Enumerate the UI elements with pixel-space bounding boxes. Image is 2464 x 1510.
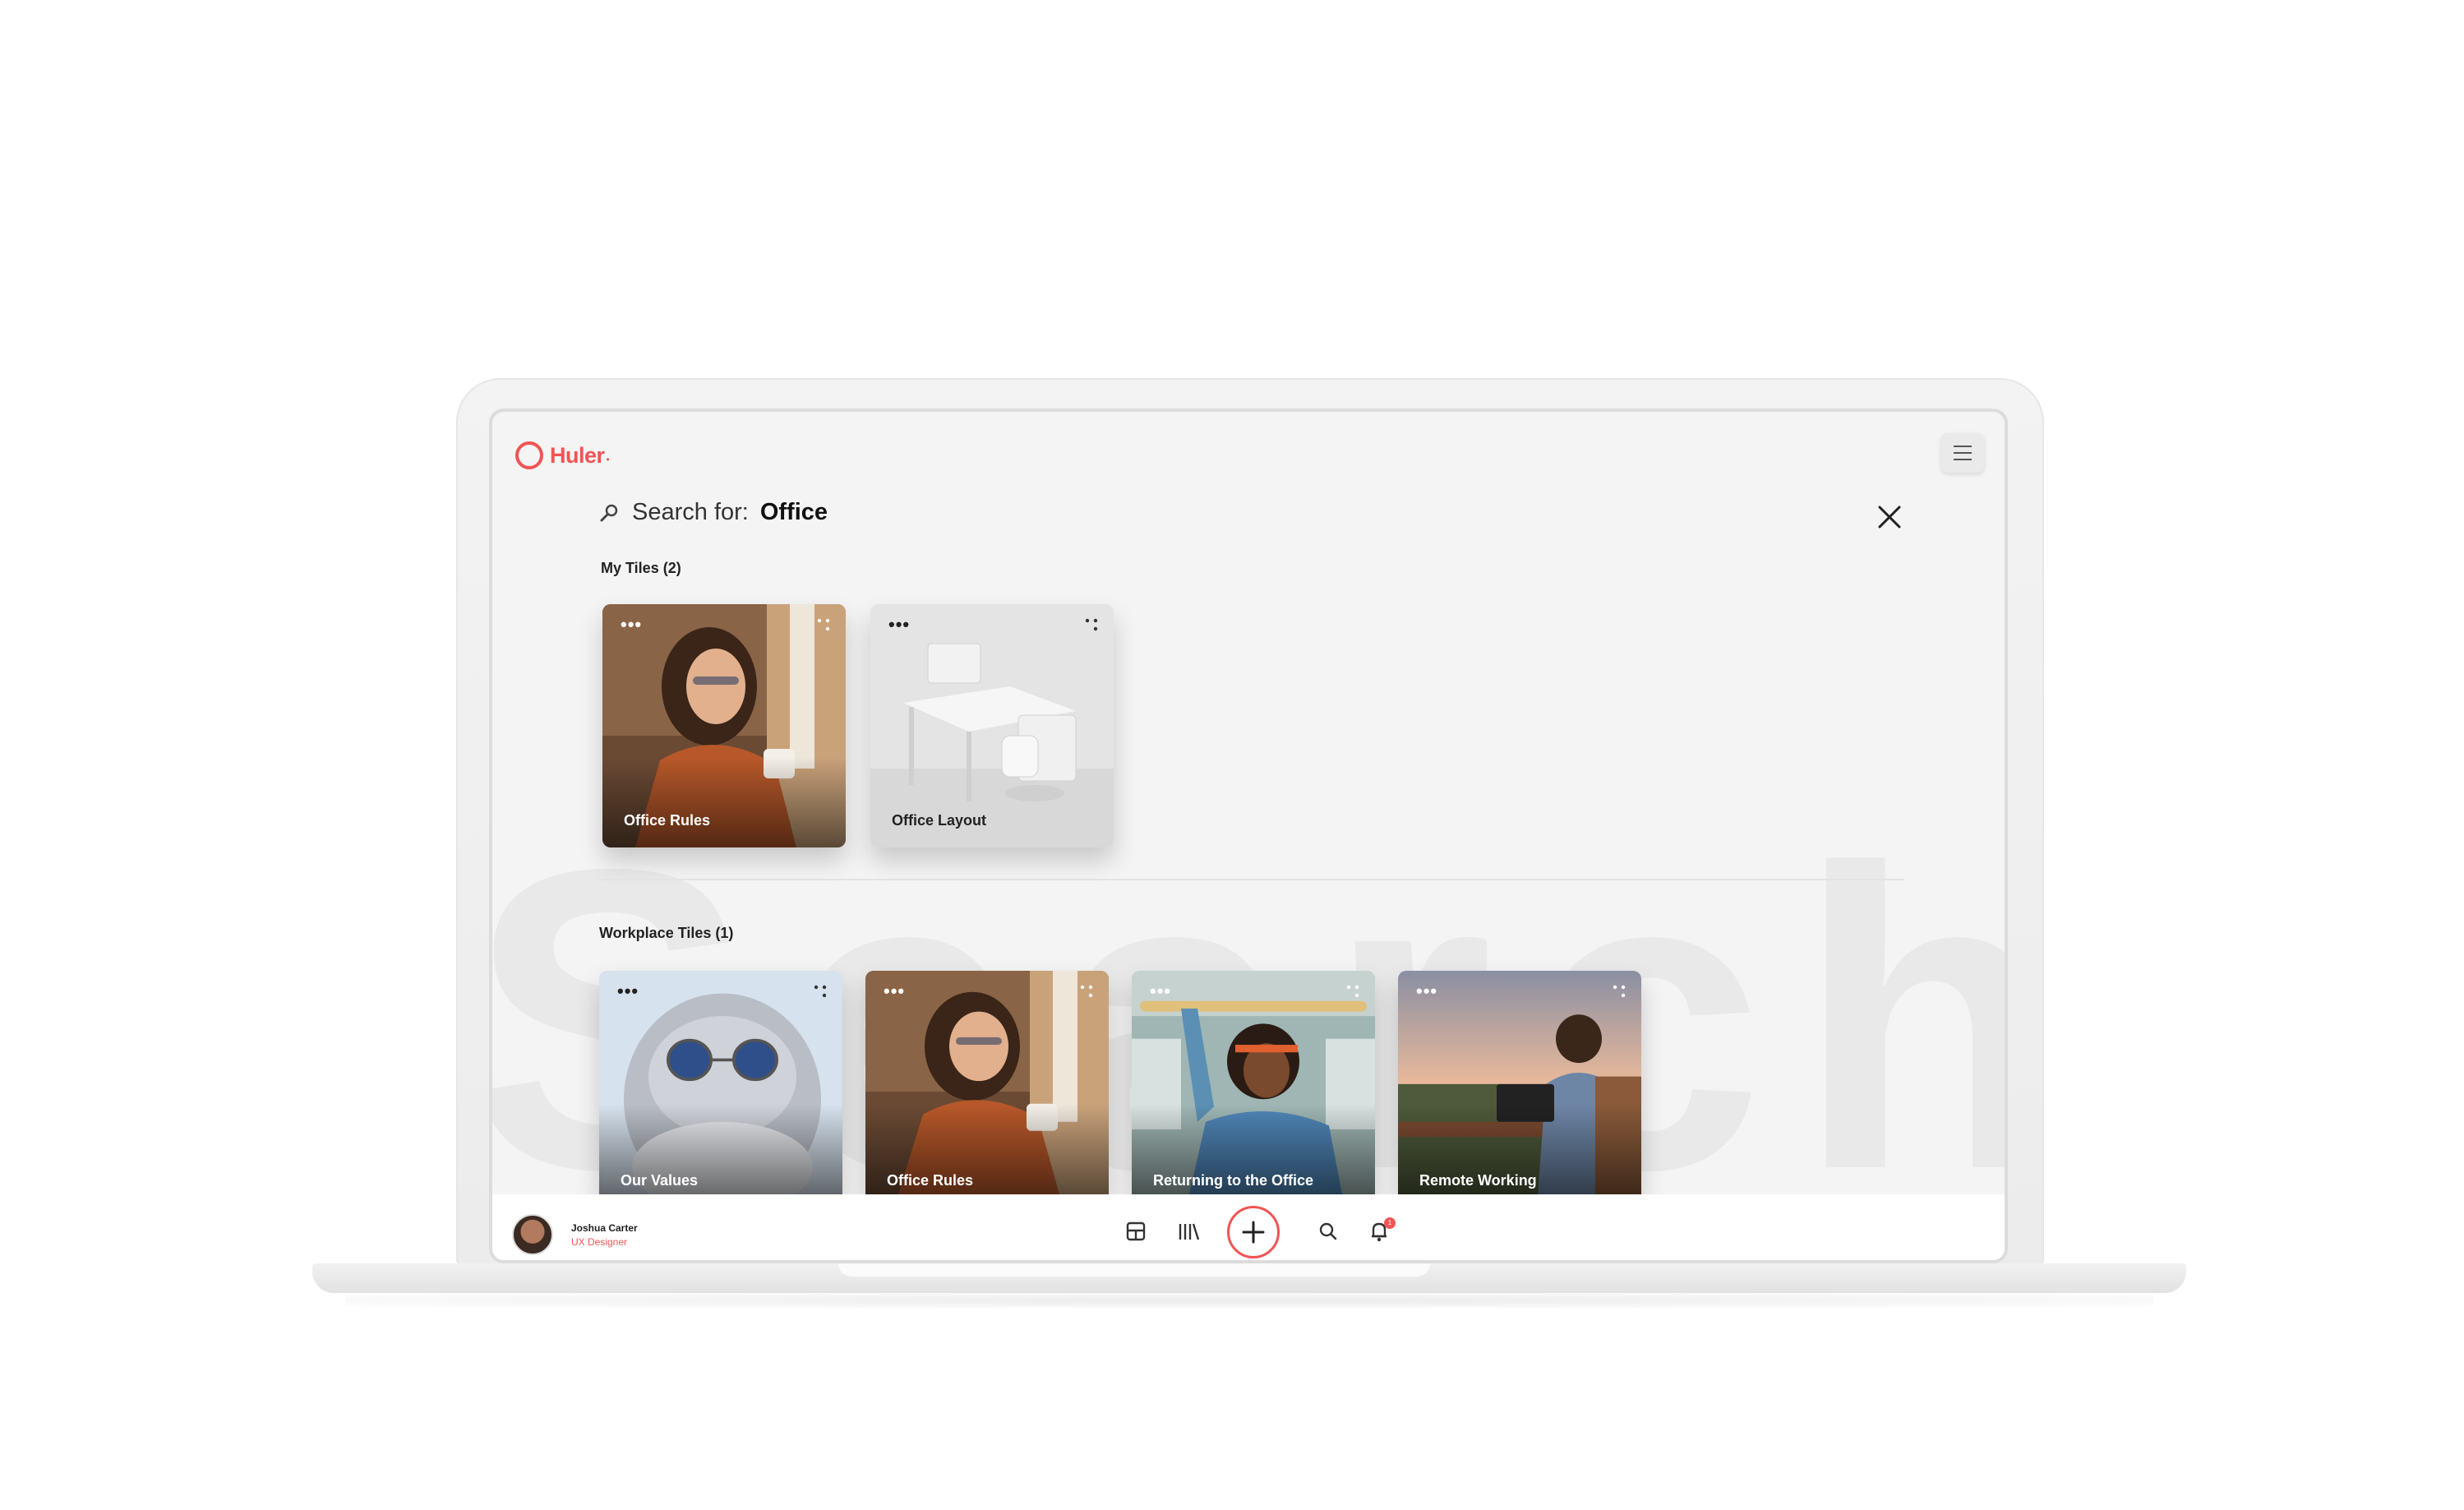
tile-menu-icon[interactable]: ••• — [617, 982, 639, 1000]
add-icon — [1242, 1221, 1265, 1244]
search-nav-icon[interactable] — [1314, 1217, 1342, 1245]
tile-office-layout[interactable]: ••• Office Layout — [870, 604, 1114, 847]
dashboard-icon[interactable] — [1122, 1217, 1150, 1245]
menu-icon-line — [1954, 459, 1972, 460]
tile-menu-icon[interactable]: ••• — [1416, 982, 1437, 1000]
tile-returning-to-office[interactable]: ••• Returning to the Office — [1132, 971, 1375, 1194]
tile-label: Remote Working — [1419, 1172, 1537, 1189]
search-prefix: Search for: — [632, 499, 749, 525]
user-name: Joshua Carter — [571, 1222, 638, 1234]
grip-icon[interactable] — [813, 984, 828, 999]
notification-badge: 1 — [1384, 1217, 1396, 1229]
close-icon[interactable] — [1876, 504, 1903, 530]
tile-label: Returning to the Office — [1153, 1172, 1313, 1189]
tile-menu-icon[interactable]: ••• — [1150, 982, 1171, 1000]
tile-label: Our Values — [621, 1172, 699, 1189]
tile-remote-working[interactable]: ••• Remote Working — [1398, 971, 1641, 1194]
tile-label: Office Rules — [887, 1172, 974, 1189]
search-header: Search for: Office — [599, 499, 828, 526]
library-icon[interactable] — [1174, 1217, 1202, 1245]
avatar[interactable] — [512, 1214, 553, 1255]
menu-button[interactable] — [1941, 433, 1984, 473]
search-term: Office — [759, 499, 828, 525]
laptop-shadow — [345, 1293, 2153, 1308]
search-icon — [600, 504, 618, 521]
logo-dot: • — [606, 454, 610, 465]
logo-text: Huler — [550, 442, 605, 468]
tile-label: Office Layout — [892, 812, 987, 829]
grip-icon[interactable] — [1084, 617, 1099, 632]
add-button[interactable] — [1227, 1206, 1280, 1258]
tile-label: Office Rules — [624, 812, 711, 829]
laptop-mockup: Search Huler • Search for: Office My Til… — [0, 0, 2464, 1510]
menu-icon-line — [1954, 446, 1972, 447]
menu-icon-line — [1954, 452, 1972, 454]
logo-ring-icon — [515, 441, 543, 469]
huler-logo[interactable]: Huler • — [515, 441, 610, 469]
tile-our-values[interactable]: ••• Our Values — [599, 971, 842, 1194]
grip-icon[interactable] — [1612, 984, 1627, 999]
user-role: UX Designer — [571, 1236, 628, 1248]
tile-office-rules-workplace[interactable]: ••• Office Rules — [865, 971, 1109, 1194]
section-divider — [599, 879, 1904, 880]
white-desk-chair-image — [870, 604, 1114, 847]
tile-menu-icon[interactable]: ••• — [888, 616, 910, 634]
tile-office-rules[interactable]: ••• Office Rules — [602, 604, 846, 847]
bottom-nav-bar: Joshua Carter UX Designer 1 — [492, 1194, 2005, 1260]
grip-icon[interactable] — [1079, 984, 1094, 999]
my-tiles-title: My Tiles (2) — [601, 560, 681, 576]
grip-icon[interactable] — [816, 617, 831, 632]
tile-menu-icon[interactable]: ••• — [884, 982, 905, 1000]
app-screen: Search Huler • Search for: Office My Til… — [489, 409, 2008, 1263]
grip-icon[interactable] — [1345, 984, 1360, 999]
tile-shade — [602, 757, 846, 847]
laptop-base-notch — [838, 1263, 1430, 1277]
tile-menu-icon[interactable]: ••• — [621, 616, 642, 634]
workplace-tiles-title: Workplace Tiles (1) — [599, 925, 734, 941]
